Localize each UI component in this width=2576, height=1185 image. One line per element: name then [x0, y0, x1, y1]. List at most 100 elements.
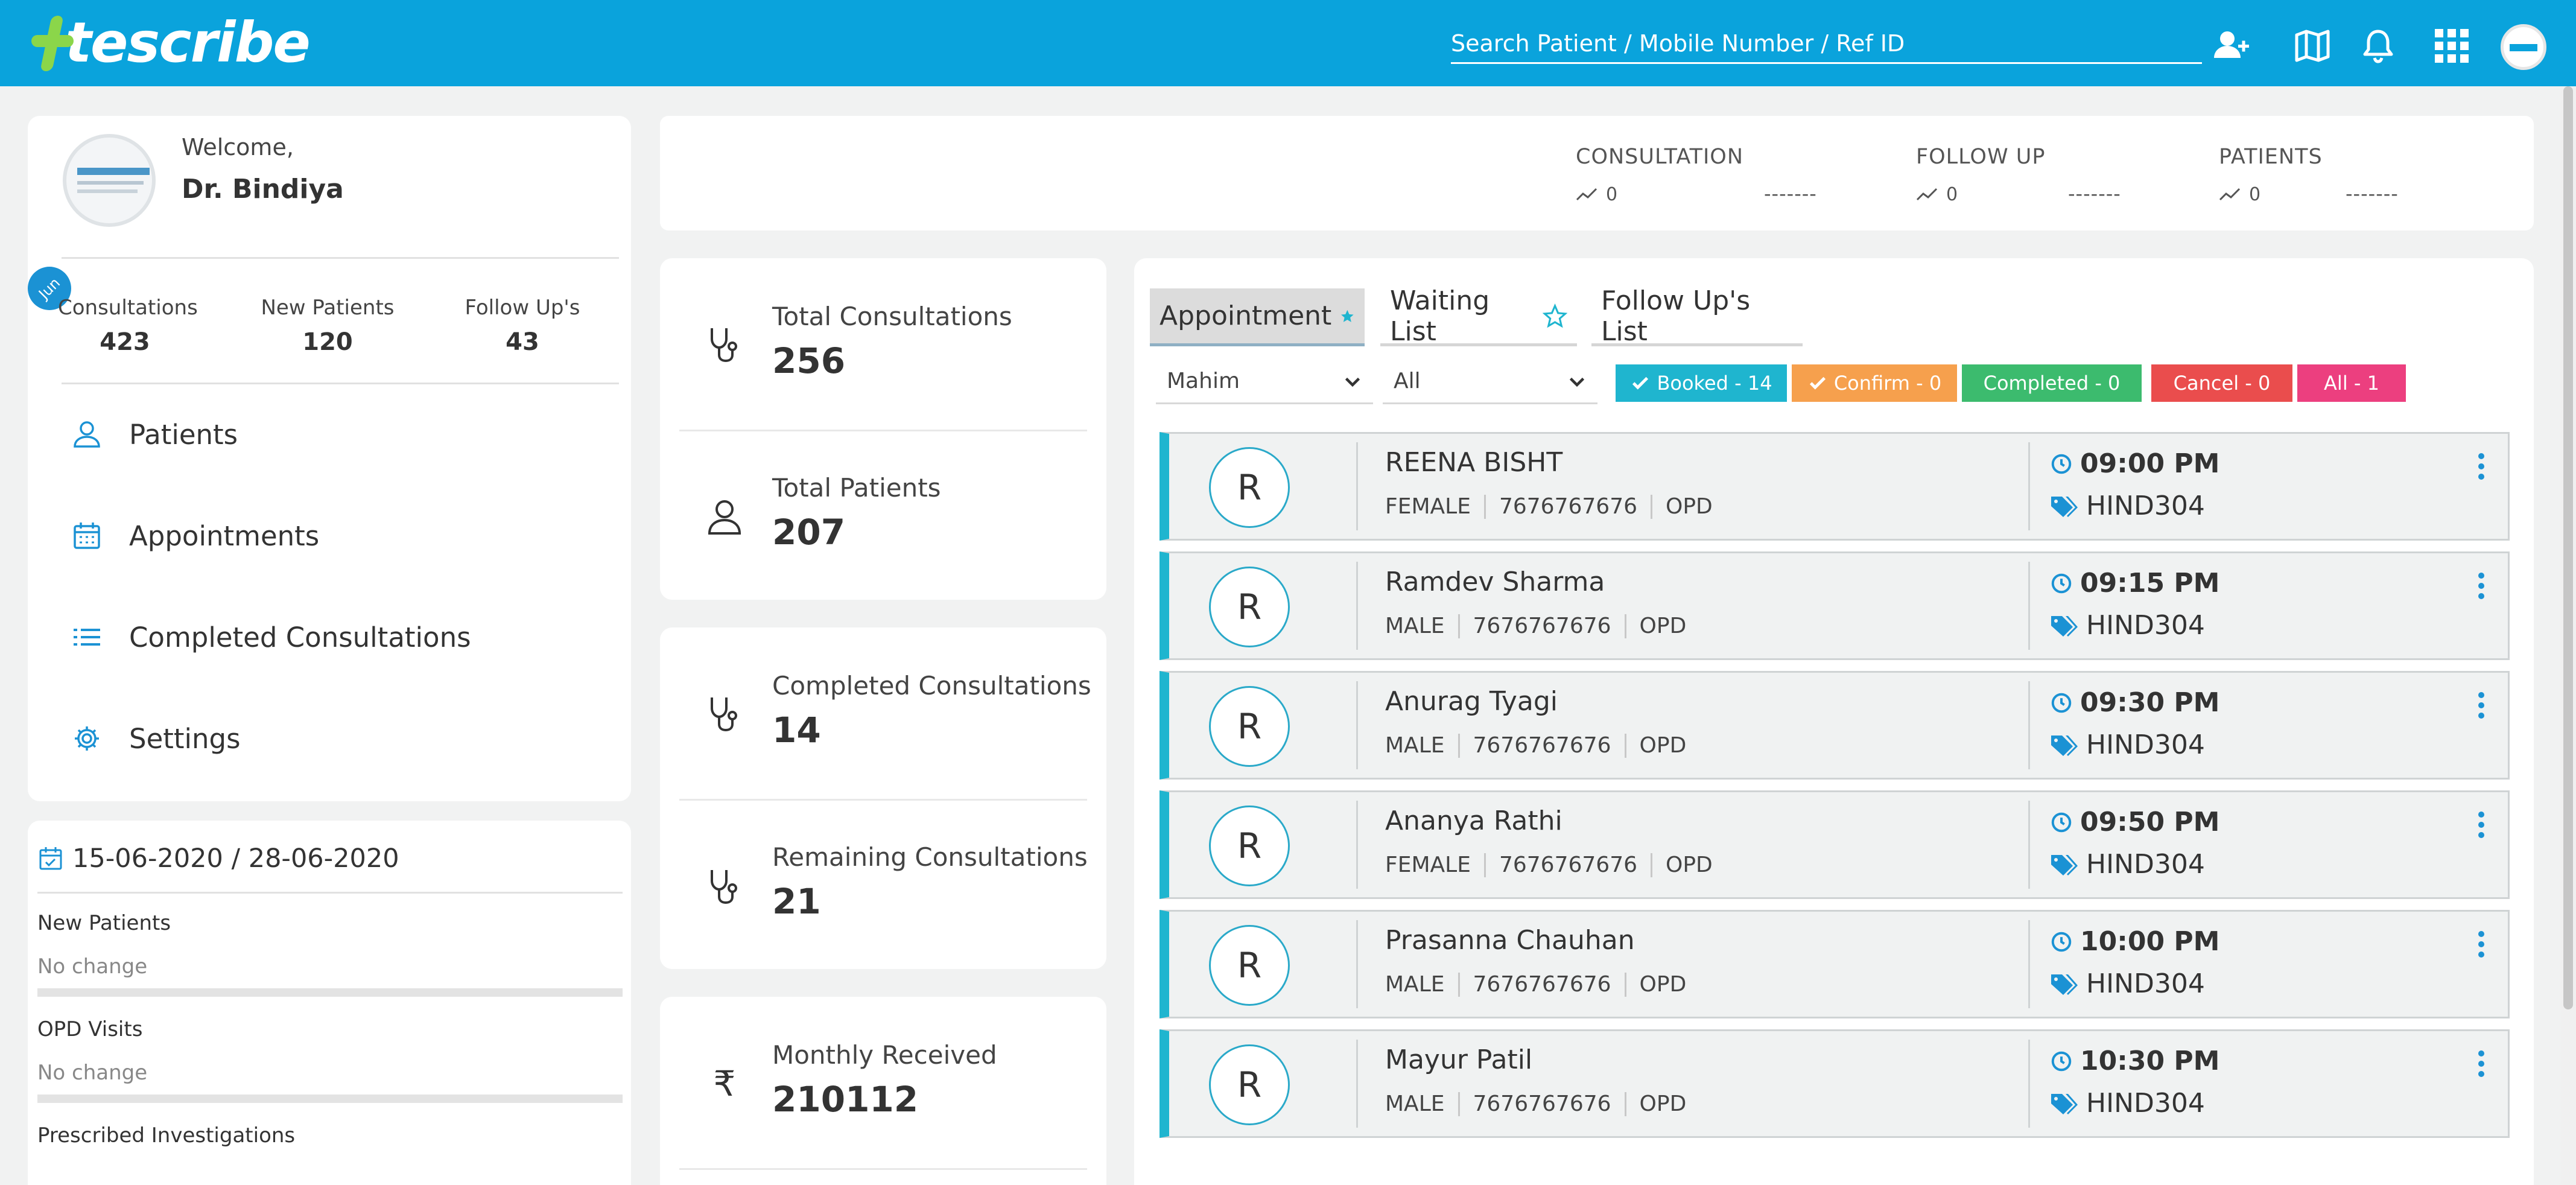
clock-icon: [2051, 693, 2072, 713]
patient-phone: 7676767676: [1473, 1091, 1611, 1116]
patient-name: Ananya Rathi: [1385, 805, 1562, 836]
appointment-time: 09:30 PM: [2050, 687, 2219, 718]
appointment-row[interactable]: R Prasanna Chauhan MALE 7676767676 OPD 1…: [1160, 910, 2510, 1018]
user-avatar[interactable]: [2501, 24, 2546, 70]
profile-card: Welcome, Dr. Bindiya Jun Consultations 4…: [19, 116, 631, 801]
location-select[interactable]: Mahim: [1156, 360, 1373, 404]
calendar-icon: [74, 523, 100, 549]
patient-meta: FEMALE 7676767676 OPD: [1385, 494, 1713, 519]
logo-text: tescribe: [65, 10, 311, 75]
stat-consultations[interactable]: Consultations 423: [58, 296, 198, 356]
sidebar-item-patients[interactable]: Patients: [70, 410, 238, 459]
status-pill-confirm[interactable]: Confirm - 0: [1792, 364, 1957, 402]
row-separator: [1356, 442, 1358, 530]
appointment-row[interactable]: R Ananya Rathi FEMALE 7676767676 OPD 09:…: [1160, 790, 2510, 899]
clock-icon: [2051, 932, 2072, 951]
trend-icon: [2219, 188, 2241, 200]
patient-dept: OPD: [1666, 494, 1713, 519]
patient-initial-avatar: R: [1209, 805, 1290, 886]
sidebar-item-label: Completed Consultations: [129, 621, 471, 653]
tab-waiting-list[interactable]: Waiting List: [1380, 285, 1577, 347]
summary-completed-consultations[interactable]: Completed Consultations 14: [660, 627, 1106, 799]
tag-icon: [2051, 496, 2078, 517]
row-separator: [1356, 920, 1358, 1008]
tag-icon: [2051, 1093, 2078, 1114]
sidebar-item-completed-consultations[interactable]: Completed Consultations: [70, 613, 471, 661]
summary-total-consultations[interactable]: Total Consultations 256: [660, 258, 1106, 430]
more-options-icon[interactable]: [2476, 573, 2486, 599]
summary-remaining-consultations[interactable]: Remaining Consultations 21: [660, 800, 1106, 969]
summary-value: 256: [772, 340, 846, 381]
metric-change: No change: [37, 1061, 148, 1085]
sidebar-item-settings[interactable]: Settings: [70, 714, 241, 763]
stat-new-patients[interactable]: New Patients 120: [257, 296, 398, 356]
appointment-row[interactable]: R Mayur Patil MALE 7676767676 OPD 10:30 …: [1160, 1029, 2510, 1138]
patient-dept: OPD: [1639, 733, 1687, 758]
patient-gender: MALE: [1385, 614, 1445, 638]
patient-phone: 7676767676: [1499, 494, 1637, 519]
page-scrollbar[interactable]: [2560, 86, 2576, 1185]
clock-icon: [2051, 812, 2072, 832]
patient-initial-avatar: R: [1209, 925, 1290, 1006]
tescribe-logo[interactable]: tescribe: [31, 6, 311, 78]
stat-label: CONSULTATION: [1576, 145, 1744, 169]
more-options-icon[interactable]: [2476, 692, 2486, 719]
status-pill-booked[interactable]: Booked - 14: [1616, 364, 1787, 402]
status-pill-completed[interactable]: Completed - 0: [1962, 364, 2142, 402]
patient-name: Ramdev Sharma: [1385, 567, 1605, 597]
patient-gender: FEMALE: [1385, 494, 1471, 519]
clock-icon: [2051, 573, 2072, 593]
patient-initial-avatar: R: [1209, 447, 1290, 528]
summary-value: 21: [772, 881, 821, 922]
metric-progress-bar: [37, 988, 623, 997]
summary-card-1: Total Consultations 256 Total Patients 2…: [660, 258, 1106, 600]
patient-name: Anurag Tyagi: [1385, 686, 1558, 717]
row-separator: [2028, 1040, 2030, 1128]
tab-follow-ups-list[interactable]: Follow Up's List: [1591, 285, 1803, 347]
appointment-time: 09:00 PM: [2050, 448, 2219, 479]
map-icon[interactable]: [2291, 27, 2334, 65]
status-pill-cancel[interactable]: Cancel - 0: [2151, 364, 2292, 402]
status-pill-all[interactable]: All - 1: [2297, 364, 2406, 402]
doctor-avatar: [63, 134, 156, 227]
date-range-text: 15-06-2020 / 28-06-2020: [72, 843, 399, 874]
stat-dash: -------: [2068, 182, 2121, 205]
more-options-icon[interactable]: [2476, 812, 2486, 838]
more-options-icon[interactable]: [2476, 453, 2486, 480]
row-separator: [1356, 562, 1358, 650]
sidebar-item-label: Settings: [129, 722, 241, 755]
appointment-ref: HIND304: [2050, 491, 2205, 521]
location-select-value: Mahim: [1167, 369, 1240, 393]
date-range-header[interactable]: 15-06-2020 / 28-06-2020: [37, 843, 399, 874]
stat-follow-ups[interactable]: Follow Up's 43: [462, 296, 583, 356]
row-separator: [2028, 801, 2030, 889]
summary-card-2: Completed Consultations 14 Remaining Con…: [660, 627, 1106, 969]
type-select[interactable]: All: [1383, 360, 1597, 404]
check-icon: [1632, 376, 1649, 390]
patient-meta: MALE 7676767676 OPD: [1385, 1091, 1686, 1116]
more-options-icon[interactable]: [2476, 931, 2486, 958]
appointment-ref: HIND304: [2050, 968, 2205, 999]
appointment-ref: HIND304: [2050, 849, 2205, 880]
summary-total-patients[interactable]: Total Patients 207: [660, 431, 1106, 600]
patient-gender: FEMALE: [1385, 853, 1471, 877]
search-input[interactable]: [1451, 27, 2202, 60]
bell-icon[interactable]: [2356, 27, 2400, 65]
more-options-icon[interactable]: [2476, 1050, 2486, 1077]
apps-grid-icon[interactable]: [2430, 27, 2473, 65]
appointment-row[interactable]: R Ramdev Sharma MALE 7676767676 OPD 09:1…: [1160, 551, 2510, 660]
metric-change: No change: [37, 955, 148, 979]
trend-icon: [1576, 188, 1597, 200]
row-separator: [2028, 920, 2030, 1008]
add-user-icon[interactable]: [2209, 27, 2253, 65]
appointment-row[interactable]: R REENA BISHT FEMALE 7676767676 OPD 09:0…: [1160, 432, 2510, 541]
sidebar-item-appointments[interactable]: Appointments: [70, 512, 319, 560]
appointment-row[interactable]: R Anurag Tyagi MALE 7676767676 OPD 09:30…: [1160, 671, 2510, 780]
stat-patients: PATIENTS 0 -------: [2219, 145, 2399, 205]
tab-appointment[interactable]: Appointment: [1150, 288, 1365, 346]
summary-monthly-received[interactable]: ₹ Monthly Received 210112: [660, 997, 1106, 1166]
trend-value: 0: [1576, 184, 1764, 205]
scrollbar-thumb[interactable]: [2563, 86, 2573, 1009]
patient-phone: 7676767676: [1473, 733, 1611, 758]
summary-value: 207: [772, 512, 846, 553]
